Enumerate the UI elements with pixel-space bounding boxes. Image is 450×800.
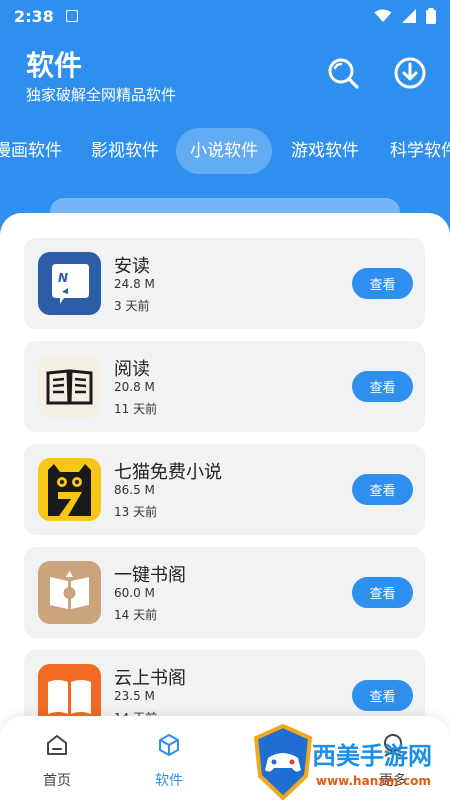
battery-icon [426, 8, 436, 24]
status-bar: 2:38 [0, 0, 450, 32]
view-button[interactable]: 查看 [352, 371, 413, 402]
view-button[interactable]: 查看 [352, 474, 413, 505]
view-button[interactable]: 查看 [352, 577, 413, 608]
status-indicators [374, 8, 436, 24]
list-item[interactable]: N 安读 24.8 M 3 天前 查看 [24, 238, 425, 329]
signal-icon [402, 9, 416, 23]
home-icon [47, 735, 67, 755]
category-tabs: 漫画软件 影视软件 小说软件 游戏软件 科学软件 [0, 128, 450, 174]
list-item[interactable]: 一键书阁 60.0 M 14 天前 查看 [24, 547, 425, 638]
open-book-icon [38, 355, 101, 418]
page-subtitle: 独家破解全网精品软件 [26, 86, 177, 104]
book-pavilion-icon [38, 561, 101, 624]
nav-software[interactable]: 软件 [124, 716, 214, 800]
app-updated: 13 天前 [114, 505, 158, 519]
nav-label: 软件 [155, 773, 183, 789]
nav-label: 首页 [43, 773, 71, 789]
list-item[interactable]: 阅读 20.8 M 11 天前 查看 [24, 341, 425, 432]
app-name: 云上书阁 [114, 668, 186, 689]
list-item[interactable]: 七猫免费小说 86.5 M 13 天前 查看 [24, 444, 425, 535]
app-size: 24.8 M [114, 277, 155, 291]
svg-text:N: N [58, 271, 68, 285]
app-updated: 3 天前 [114, 299, 150, 313]
app-updated: 11 天前 [114, 402, 158, 416]
cube-icon [159, 734, 179, 756]
app-size: 23.5 M [114, 689, 155, 703]
watermark: 西美手游网 www.hanxm.com [252, 722, 450, 800]
download-icon[interactable] [393, 56, 427, 90]
tab-novel[interactable]: 小说软件 [176, 128, 272, 174]
view-button[interactable]: 查看 [352, 680, 413, 711]
tab-science[interactable]: 科学软件 [390, 128, 450, 174]
app-size: 20.8 M [114, 380, 155, 394]
wifi-icon [374, 9, 392, 22]
notification-icon [65, 10, 78, 22]
app-name: 一键书阁 [114, 565, 186, 586]
search-icon[interactable] [326, 56, 360, 90]
app-list: N 安读 24.8 M 3 天前 查看 阅读 20.8 M 11 天前 查看 七… [0, 213, 450, 800]
app-size: 60.0 M [114, 586, 155, 600]
watermark-url: www.hanxm.com [316, 774, 431, 788]
app-name: 七猫免费小说 [114, 462, 222, 483]
nav-home[interactable]: 首页 [12, 716, 102, 800]
app-updated: 14 天前 [114, 608, 158, 622]
status-time: 2:38 [14, 6, 54, 26]
tab-comic[interactable]: 漫画软件 [0, 128, 62, 174]
book-n-icon: N [38, 252, 101, 315]
app-size: 86.5 M [114, 483, 155, 497]
cat-seven-icon [38, 458, 101, 521]
tab-game[interactable]: 游戏软件 [291, 128, 359, 174]
tab-video[interactable]: 影视软件 [91, 128, 159, 174]
app-name: 阅读 [114, 359, 150, 380]
gamepad-shield-icon [253, 724, 313, 800]
view-button[interactable]: 查看 [352, 268, 413, 299]
watermark-text: 西美手游网 [312, 742, 432, 770]
app-name: 安读 [114, 256, 150, 277]
page-title: 软件 [26, 49, 83, 82]
